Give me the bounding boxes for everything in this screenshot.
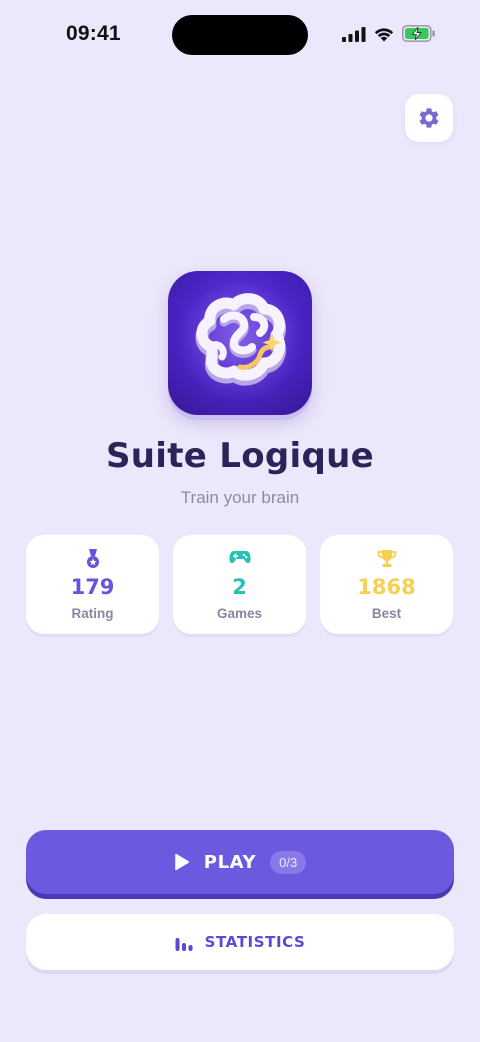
play-icon: [175, 853, 190, 871]
gamepad-icon: [228, 551, 251, 564]
brain-icon: [178, 279, 302, 403]
app-logo: [168, 271, 312, 415]
dynamic-island: [172, 15, 308, 55]
bar-chart-icon: [175, 938, 193, 951]
rating-value: 179: [70, 575, 115, 599]
gear-icon: [419, 108, 439, 128]
statistics-button[interactable]: STATISTICS: [26, 914, 454, 970]
medal-icon: [86, 549, 99, 568]
trophy-icon: [377, 550, 396, 567]
play-label: PLAY: [203, 851, 257, 873]
battery-charging-icon: [402, 25, 435, 42]
app-subtitle: Train your brain: [180, 488, 300, 507]
statistics-label: STATISTICS: [204, 933, 306, 951]
wifi-icon: [374, 27, 394, 41]
games-value: 2: [232, 575, 247, 599]
cellular-signal-icon: [342, 26, 366, 42]
best-value: 1868: [357, 575, 416, 599]
play-button[interactable]: PLAY 0/3: [26, 830, 454, 894]
settings-button[interactable]: [405, 94, 453, 142]
stat-card-rating: 179 Rating: [26, 535, 159, 634]
stat-card-games: 2 Games: [173, 535, 306, 634]
status-time: 09:41: [66, 22, 121, 45]
play-count-badge: 0/3: [270, 850, 307, 874]
status-icons: [342, 25, 436, 42]
best-label: Best: [371, 606, 402, 621]
rating-label: Rating: [71, 606, 114, 621]
games-label: Games: [216, 606, 263, 621]
app-title: Suite Logique: [105, 436, 374, 476]
stat-card-best: 1868 Best: [320, 535, 453, 634]
status-bar: 09:41: [0, 0, 480, 70]
